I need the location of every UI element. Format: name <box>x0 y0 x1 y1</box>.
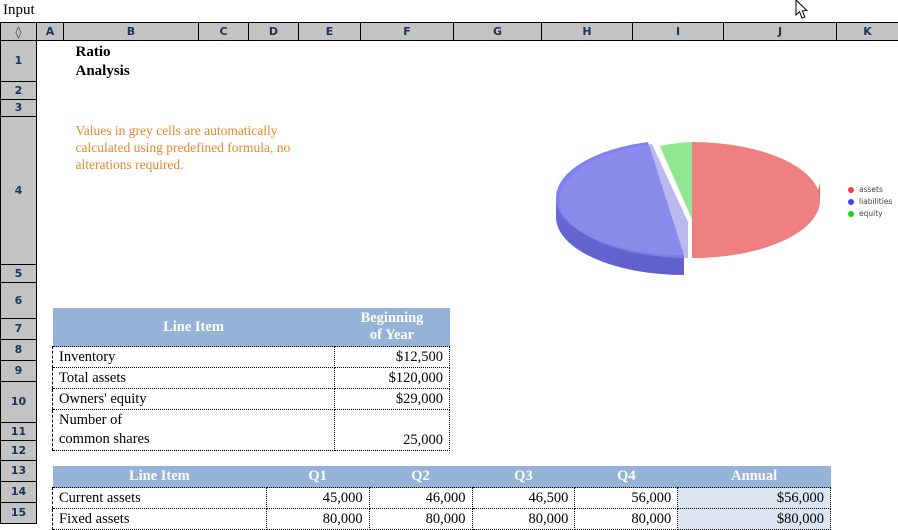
cell-fixed-assets-q2[interactable]: 80,000 <box>368 508 473 530</box>
row-header-11[interactable]: 11 <box>0 421 37 441</box>
table-row[interactable]: Owners' equity $29,000 <box>52 388 450 410</box>
legend-swatch-equity <box>848 211 854 217</box>
table-row[interactable]: Current assets 45,000 46,000 46,500 56,0… <box>52 487 831 509</box>
table-header-row[interactable]: Line Item Beginning of Year <box>52 308 450 347</box>
label-shares-line2: common shares <box>59 431 150 447</box>
label-shares-line1: Number of <box>59 412 123 428</box>
table-row[interactable]: Inventory $12,500 <box>52 346 450 368</box>
cell-value-owners-equity[interactable]: $29,000 <box>334 388 450 410</box>
column-header-e[interactable]: E <box>298 22 361 41</box>
cell-b2[interactable] <box>63 81 898 99</box>
legend-swatch-assets <box>848 187 854 193</box>
column-header-a[interactable]: A <box>36 22 64 41</box>
row-header-7[interactable]: 7 <box>0 317 37 340</box>
header-q2[interactable]: Q2 <box>369 466 472 488</box>
row-header-3[interactable]: 3 <box>0 98 37 117</box>
row-header-10[interactable]: 10 <box>0 380 37 423</box>
column-header-g[interactable]: G <box>453 22 542 41</box>
cell-a3[interactable] <box>36 99 64 116</box>
row-header-14[interactable]: 14 <box>0 480 37 503</box>
cell-label-owners-equity[interactable]: Owners' equity <box>52 388 335 410</box>
title-line-2: Analysis <box>75 63 130 79</box>
header-annual[interactable]: Annual <box>677 466 831 488</box>
column-header-c[interactable]: C <box>198 22 249 41</box>
table-row[interactable]: Number of common shares 25,000 <box>52 409 450 451</box>
cell-value-common-shares[interactable]: 25,000 <box>334 409 450 451</box>
cell-current-assets-annual[interactable]: $56,000 <box>677 487 831 509</box>
cell-label-total-assets[interactable]: Total assets <box>52 367 335 389</box>
pie-chart-svg <box>556 142 820 275</box>
cell-value-inventory[interactable]: $12,500 <box>334 346 450 368</box>
row-header-1[interactable]: 1 <box>0 40 37 82</box>
header-q4[interactable]: Q4 <box>574 466 678 488</box>
cell-b4-note[interactable]: Values in grey cells are automatically c… <box>63 116 299 264</box>
sheet-row-3[interactable]: 3 <box>0 98 898 117</box>
cell-a2[interactable] <box>36 81 64 99</box>
cell-a1[interactable] <box>36 40 64 81</box>
table-row[interactable]: Total assets $120,000 <box>52 367 450 389</box>
header-q1[interactable]: Q1 <box>266 466 370 488</box>
column-header-i[interactable]: I <box>632 22 724 41</box>
legend-label-equity: equity <box>859 209 883 218</box>
legend-label-liabilities: liabilities <box>859 197 893 206</box>
beginning-of-year-table[interactable]: Line Item Beginning of Year Inventory $1… <box>52 308 450 451</box>
legend-item-liabilities[interactable]: liabilities <box>848 196 892 208</box>
title-line-1: Ratio <box>75 44 111 60</box>
cell-b3[interactable] <box>63 99 898 116</box>
cell-label-common-shares[interactable]: Number of common shares <box>52 409 335 451</box>
cell-label-current-assets[interactable]: Current assets <box>52 487 267 509</box>
column-header-f[interactable]: F <box>360 22 454 41</box>
quarterly-assets-table[interactable]: Line Item Q1 Q2 Q3 Q4 Annual Current ass… <box>52 466 831 530</box>
header-line-item[interactable]: Line Item <box>52 466 267 488</box>
row-header-5[interactable]: 5 <box>0 263 37 283</box>
cell-b1-title[interactable]: Ratio Analysis <box>63 40 898 81</box>
legend-item-assets[interactable]: assets <box>848 184 892 196</box>
column-header-row[interactable]: ◊ A B C D E F G H I J K <box>0 22 898 41</box>
table-header-row[interactable]: Line Item Q1 Q2 Q3 Q4 Annual <box>52 466 831 488</box>
sheet-row-1[interactable]: 1 Ratio Analysis <box>0 40 898 82</box>
select-all-corner[interactable]: ◊ <box>0 22 37 41</box>
ratio-pie-chart[interactable]: assets liabilities equity <box>540 122 892 280</box>
column-header-j[interactable]: J <box>723 22 837 41</box>
cell-a5[interactable] <box>36 264 64 282</box>
row-header-4[interactable]: 4 <box>0 115 37 265</box>
spreadsheet-grid[interactable]: ◊ A B C D E F G H I J K 1 Ratio Analysis… <box>0 22 898 530</box>
cell-current-assets-q3[interactable]: 46,500 <box>471 487 576 509</box>
row-header-9[interactable]: 9 <box>0 359 37 382</box>
row-header-6[interactable]: 6 <box>0 281 37 319</box>
legend-item-equity[interactable]: equity <box>848 208 892 220</box>
cell-fixed-assets-q1[interactable]: 80,000 <box>265 508 370 530</box>
cell-label-inventory[interactable]: Inventory <box>52 346 335 368</box>
legend-swatch-liabilities <box>848 199 854 205</box>
table-row[interactable]: Fixed assets 80,000 80,000 80,000 80,000… <box>52 508 831 530</box>
column-header-k[interactable]: K <box>836 22 898 41</box>
column-header-d[interactable]: D <box>248 22 299 41</box>
header-boy-line2: of Year <box>369 327 415 343</box>
row-header-13[interactable]: 13 <box>0 459 37 482</box>
row-header-2[interactable]: 2 <box>0 80 37 100</box>
sheet-row-2[interactable]: 2 <box>0 80 898 100</box>
pie-slice-assets-top <box>692 142 820 258</box>
cell-current-assets-q4[interactable]: 56,000 <box>574 487 679 509</box>
header-line-item[interactable]: Line Item <box>52 308 335 347</box>
cell-current-assets-q2[interactable]: 46,000 <box>368 487 473 509</box>
header-beginning-of-year[interactable]: Beginning of Year <box>334 308 450 347</box>
cell-label-fixed-assets[interactable]: Fixed assets <box>52 508 267 530</box>
column-header-h[interactable]: H <box>541 22 633 41</box>
pie-chart-legend: assets liabilities equity <box>848 184 892 220</box>
cell-fixed-assets-annual[interactable]: $80,000 <box>677 508 831 530</box>
header-q3[interactable]: Q3 <box>472 466 575 488</box>
column-header-b[interactable]: B <box>63 22 199 41</box>
header-boy-line1: Beginning <box>360 310 424 326</box>
sheet-name-label: Input <box>0 0 898 22</box>
cell-fixed-assets-q4[interactable]: 80,000 <box>574 508 679 530</box>
row-header-8[interactable]: 8 <box>0 338 37 361</box>
cell-a4[interactable] <box>36 116 64 264</box>
cell-fixed-assets-q3[interactable]: 80,000 <box>471 508 576 530</box>
row-header-12[interactable]: 12 <box>0 439 37 461</box>
row-header-15[interactable]: 15 <box>0 501 37 524</box>
cell-current-assets-q1[interactable]: 45,000 <box>265 487 370 509</box>
cell-value-total-assets[interactable]: $120,000 <box>334 367 450 389</box>
legend-label-assets: assets <box>859 185 883 194</box>
